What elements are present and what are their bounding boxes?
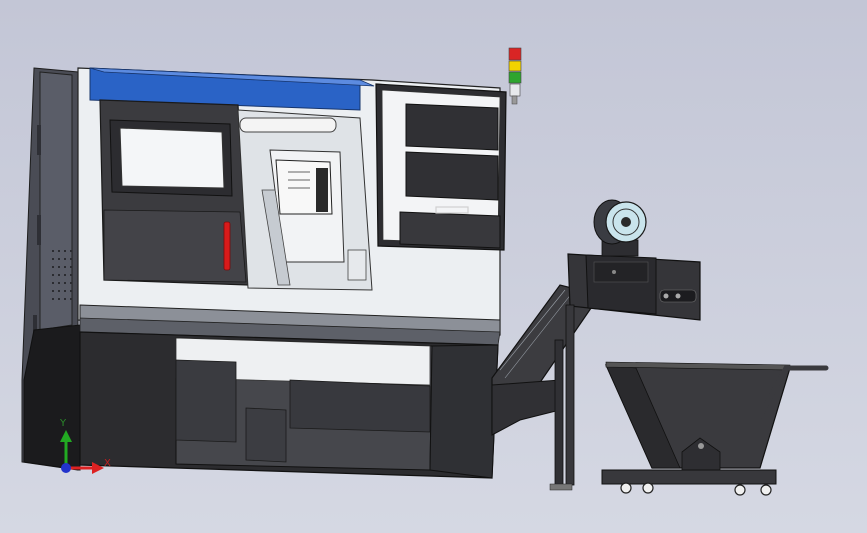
x-axis-label: X [104, 458, 111, 469]
tool-body [316, 168, 328, 212]
cart-wheel-icon [734, 484, 746, 496]
control-screen-top[interactable] [405, 103, 499, 151]
tower-mount [511, 95, 518, 105]
base-block-left [175, 359, 237, 443]
spindle-tube [239, 117, 337, 133]
base-block-center [245, 407, 287, 463]
tower-light-yellow [508, 60, 522, 72]
signal-tower-light [508, 47, 522, 105]
conveyor-lower-trough [491, 379, 561, 436]
cad-model-scene[interactable]: Y X [0, 0, 867, 533]
conveyor-leg [554, 339, 564, 489]
head-bolt-icon [675, 293, 681, 299]
control-panel[interactable] [375, 83, 507, 251]
cart-wheel-icon [642, 482, 654, 494]
cart-wheel-icon [620, 482, 632, 494]
base-right-panel [429, 344, 499, 479]
cad-viewport[interactable]: Y X [0, 0, 867, 533]
control-drawer[interactable] [399, 211, 501, 249]
head-bolt-icon [663, 293, 669, 299]
base-tank [289, 379, 431, 433]
motor-fan-hub [621, 217, 631, 227]
tailstock [347, 249, 367, 281]
y-axis-label: Y [59, 418, 67, 429]
chip-cart[interactable] [601, 361, 829, 496]
cart-base-frame [601, 469, 777, 485]
tower-base [509, 83, 521, 97]
control-screen-bottom[interactable] [405, 151, 499, 201]
z-axis-icon [61, 463, 71, 473]
head-plate [593, 261, 649, 283]
conveyor-motor [593, 199, 647, 257]
cart-wheel-icon [760, 484, 772, 496]
leg-foot [549, 483, 573, 491]
door-handle[interactable] [223, 221, 231, 271]
left-base-dark [23, 324, 81, 471]
pivot-pin-icon [698, 443, 704, 449]
door-window-glass [119, 127, 225, 189]
conveyor-leg [565, 304, 575, 486]
head-bolt-icon [612, 270, 616, 274]
left-side-face [39, 71, 73, 331]
tower-light-green [508, 71, 522, 84]
tower-light-red [508, 47, 522, 61]
